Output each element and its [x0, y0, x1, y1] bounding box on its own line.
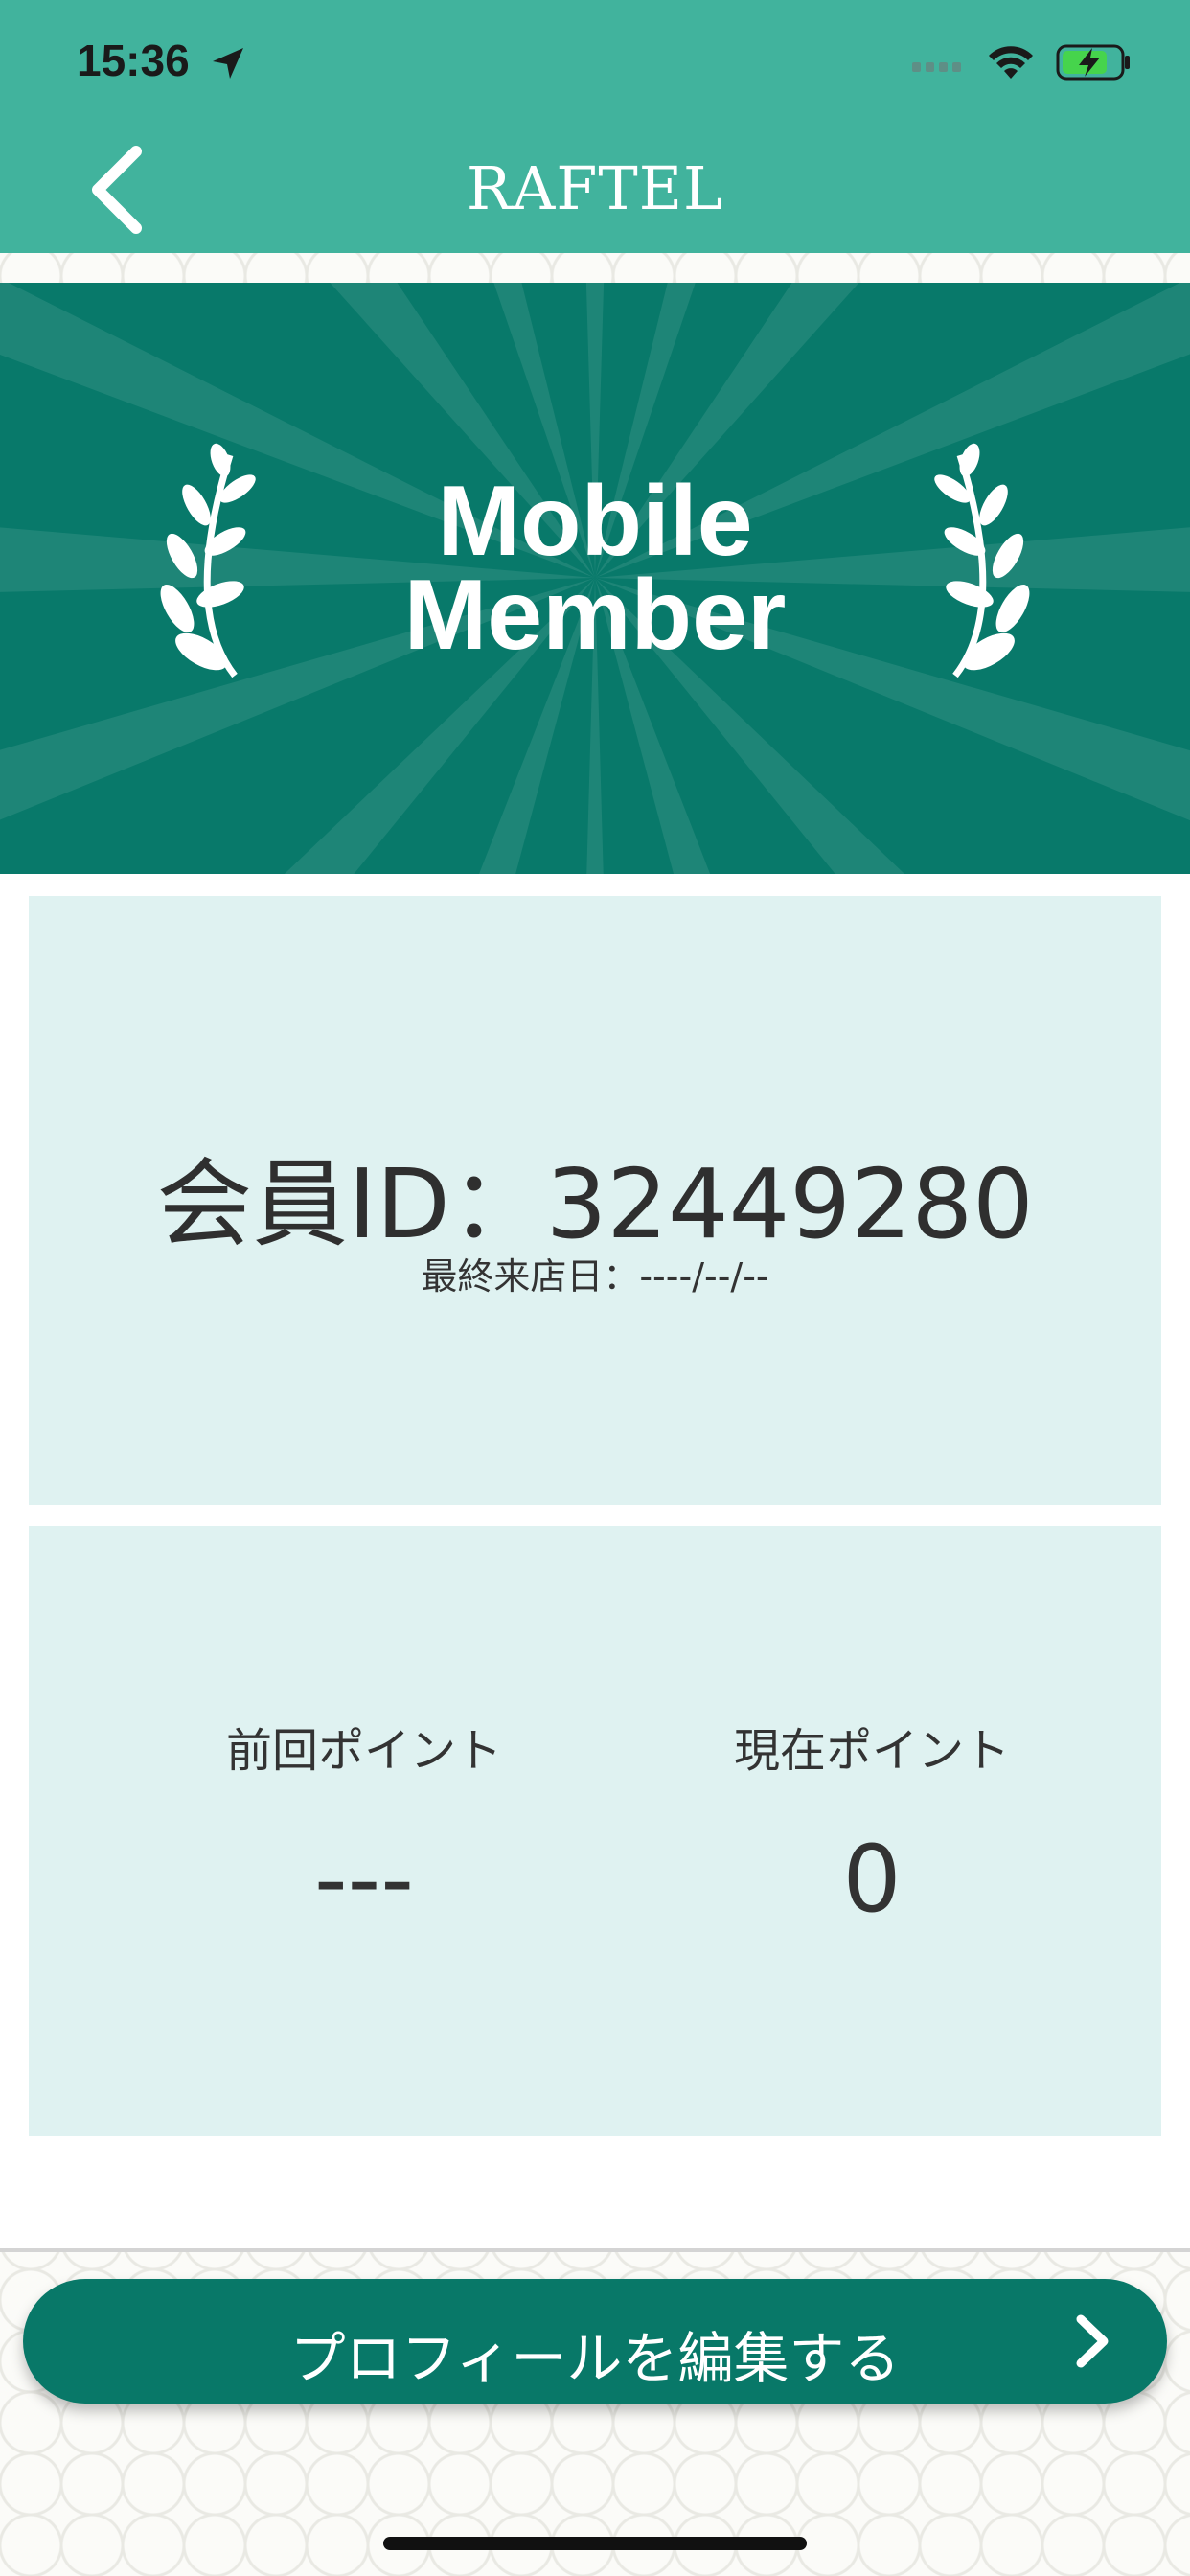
divider — [0, 2248, 1190, 2252]
member-rank-banner: Mobile Member — [0, 283, 1190, 874]
banner-line-1: Mobile — [437, 466, 753, 577]
wifi-icon — [989, 46, 1033, 79]
points-card: 前回ポイント --- 現在ポイント 0 — [29, 1526, 1161, 2136]
status-indicators — [912, 42, 1133, 82]
previous-points-label: 前回ポイント — [225, 1724, 502, 1778]
current-points: 現在ポイント 0 — [613, 1713, 1131, 1933]
member-id-card: 会員ID：32449280 最終来店日：----/--/-- — [29, 896, 1161, 1505]
status-bar: 15:36 — [0, 0, 1190, 125]
app-title: RAFTEL — [466, 153, 724, 223]
chevron-right-icon — [1076, 2314, 1109, 2368]
previous-points: 前回ポイント --- — [105, 1713, 623, 1933]
current-points-label: 現在ポイント — [733, 1724, 1010, 1778]
cellular-signal-icon — [912, 62, 961, 72]
edit-profile-button[interactable]: プロフィールを編集する — [23, 2279, 1167, 2404]
last-visit-date: 最終来店日：----/--/-- — [421, 1255, 769, 1298]
battery-charging-icon — [1056, 44, 1130, 80]
location-arrow-icon — [213, 48, 243, 79]
navigation-bar: RAFTEL — [0, 125, 1190, 253]
banner-line-2: Member — [403, 560, 787, 671]
current-points-value: 0 — [842, 1826, 902, 1933]
home-indicator — [383, 2537, 807, 2550]
previous-points-value: --- — [314, 1826, 414, 1933]
member-id: 会員ID：32449280 — [156, 1148, 1034, 1260]
edit-profile-label: プロフィールを編集する — [289, 2326, 901, 2391]
status-time: 15:36 — [77, 35, 190, 85]
member-rank-title: Mobile Member — [0, 466, 1190, 671]
